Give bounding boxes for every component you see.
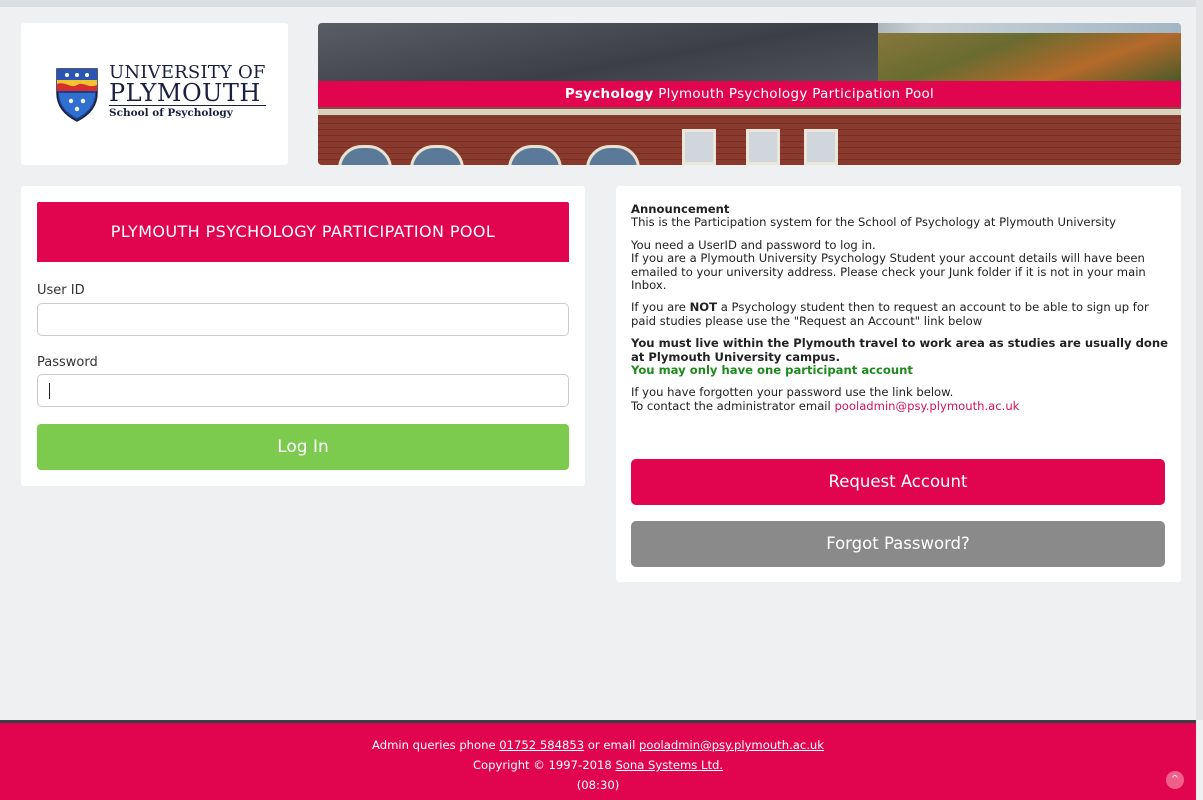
- banner-title-text: Plymouth Psychology Participation Pool: [658, 86, 935, 102]
- footer: Admin queries phone 01752 584853 or emai…: [0, 720, 1196, 800]
- university-crest-icon: [56, 68, 98, 122]
- scrollbar[interactable]: [1196, 0, 1203, 720]
- password-label: Password: [37, 355, 98, 370]
- footer-phone-link[interactable]: 01752 584853: [499, 738, 584, 752]
- footer-time: (08:30): [576, 778, 620, 792]
- scroll-to-top-icon[interactable]: ^: [1166, 771, 1184, 789]
- login-heading: PLYMOUTH PSYCHOLOGY PARTICIPATION POOL: [37, 202, 569, 262]
- logo-line-school: School of Psychology: [109, 107, 233, 119]
- footer-admin-line: Admin queries phone 01752 584853 or emai…: [372, 738, 824, 752]
- announcement-contact-note: To contact the administrator email: [631, 398, 835, 413]
- announcement-nonstudent-note: If you are NOT a Psychology student then…: [631, 300, 1149, 328]
- banner-title-bold: Psychology: [564, 86, 654, 102]
- login-panel: PLYMOUTH PSYCHOLOGY PARTICIPATION POOL U…: [21, 186, 585, 486]
- announcement-intro: This is the Participation system for the…: [631, 215, 1117, 230]
- admin-email-link[interactable]: pooladmin@psy.plymouth.ac.uk: [834, 399, 1019, 413]
- announcement-forgot-note: If you have forgotten your password use …: [631, 385, 954, 400]
- login-button[interactable]: Log In: [37, 424, 569, 470]
- header-banner: Psychology Plymouth Psychology Participa…: [318, 23, 1181, 165]
- announcement-login-note: You need a UserID and password to log in…: [631, 237, 876, 252]
- university-logo[interactable]: UNIVERSITY OF PLYMOUTH School of Psychol…: [21, 23, 288, 165]
- announcement-location-note: You must live within the Plymouth travel…: [631, 336, 1168, 364]
- banner-title: Psychology Plymouth Psychology Participa…: [318, 81, 1181, 107]
- announcement-one-account-note: You may only have one participant accoun…: [631, 363, 913, 378]
- announcement-panel: Announcement This is the Participation s…: [616, 186, 1181, 582]
- footer-company-link[interactable]: Sona Systems Ltd.: [615, 758, 723, 772]
- announcement-student-note: If you are a Plymouth University Psychol…: [631, 251, 1146, 293]
- password-input[interactable]: [37, 374, 569, 407]
- request-account-button[interactable]: Request Account: [631, 459, 1165, 505]
- announcement-title: Announcement: [631, 202, 730, 216]
- top-border: [0, 0, 1203, 7]
- userid-input[interactable]: [37, 303, 569, 336]
- footer-copyright-line: Copyright © 1997-2018 Sona Systems Ltd.: [472, 758, 724, 772]
- forgot-password-button[interactable]: Forgot Password?: [631, 521, 1165, 567]
- text-cursor: [49, 383, 50, 399]
- logo-line-plymouth: PLYMOUTH: [109, 81, 266, 106]
- footer-email-link[interactable]: pooladmin@psy.plymouth.ac.uk: [639, 738, 824, 752]
- userid-label: User ID: [37, 283, 85, 298]
